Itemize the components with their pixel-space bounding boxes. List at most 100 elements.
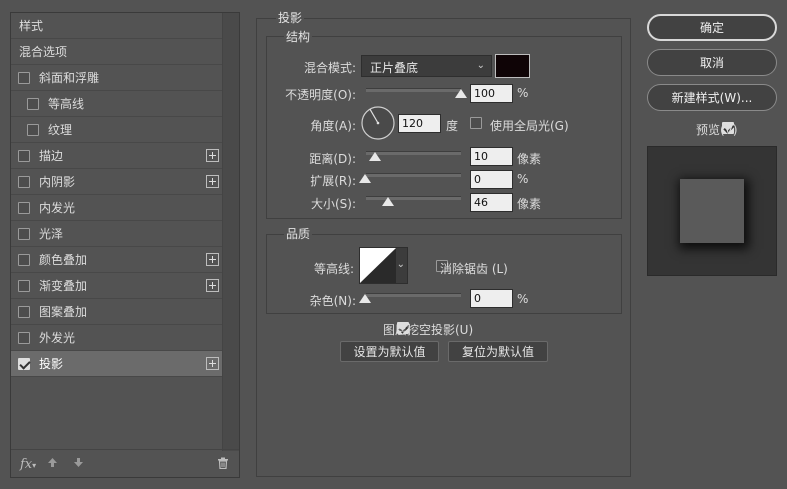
antialias-label: 消除锯齿 (L): [440, 262, 508, 276]
style-item-checkbox[interactable]: [18, 201, 30, 214]
styles-toolbar: fx▾: [11, 449, 239, 477]
style-item[interactable]: 斜面和浮雕: [11, 65, 223, 91]
style-item[interactable]: 颜色叠加: [11, 247, 223, 273]
angle-unit: 度: [446, 119, 459, 133]
opacity-slider-handle[interactable]: [455, 89, 467, 98]
styles-scrollbar[interactable]: [222, 13, 239, 451]
style-item-checkbox[interactable]: [18, 331, 30, 344]
distance-label: 距离(D):: [309, 152, 356, 166]
add-effect-icon[interactable]: [206, 253, 219, 266]
noise-slider-track[interactable]: [366, 293, 461, 297]
chevron-down-icon: ⌄: [396, 259, 405, 270]
noise-unit: %: [517, 292, 529, 306]
blend-mode-select[interactable]: 正片叠底 ⌄: [361, 55, 492, 77]
noise-input[interactable]: [470, 289, 513, 308]
contour-label: 等高线:: [313, 262, 354, 276]
style-item[interactable]: 等高线: [11, 91, 223, 117]
contour-picker[interactable]: ⌄: [359, 247, 408, 284]
fx-icon[interactable]: fx▾: [20, 457, 36, 472]
style-item[interactable]: 内发光: [11, 195, 223, 221]
style-item-checkbox[interactable]: [18, 149, 30, 162]
style-item-label: 内阴影: [39, 175, 76, 189]
blend-options-label: 混合选项: [19, 45, 68, 59]
make-default-button[interactable]: 设置为默认值: [340, 341, 439, 362]
spread-slider-track[interactable]: [366, 173, 461, 177]
opacity-slider-track[interactable]: [366, 88, 461, 92]
ok-button[interactable]: 确定: [647, 14, 777, 41]
angle-input[interactable]: [398, 114, 441, 133]
add-effect-icon[interactable]: [206, 149, 219, 162]
size-unit: 像素: [517, 197, 542, 211]
global-light-label: 使用全局光(G): [490, 119, 569, 133]
contour-linear-icon: [360, 248, 396, 283]
move-down-icon[interactable]: [73, 457, 84, 471]
new-style-button[interactable]: 新建样式(W)...: [647, 84, 777, 111]
style-item-label: 等高线: [48, 97, 85, 111]
shadow-color-swatch[interactable]: [495, 54, 530, 78]
styles-list: 样式 混合选项 斜面和浮雕等高线纹理描边内阴影内发光光泽颜色叠加渐变叠加图案叠加…: [11, 13, 223, 377]
blend-mode-value: 正片叠底: [370, 61, 419, 75]
spread-input[interactable]: [470, 170, 513, 189]
styles-panel: 样式 混合选项 斜面和浮雕等高线纹理描边内阴影内发光光泽颜色叠加渐变叠加图案叠加…: [10, 12, 240, 478]
blend-mode-label: 混合模式:: [303, 61, 356, 75]
style-item-checkbox[interactable]: [18, 305, 30, 318]
style-item[interactable]: 外发光: [11, 325, 223, 351]
angle-dial-icon: [361, 106, 395, 140]
noise-slider-handle[interactable]: [359, 294, 371, 303]
distance-unit: 像素: [517, 152, 542, 166]
size-input[interactable]: [470, 193, 513, 212]
style-item-label: 渐变叠加: [39, 279, 88, 293]
spread-unit: %: [517, 172, 529, 186]
styles-header-label: 样式: [19, 19, 44, 33]
style-item-checkbox[interactable]: [18, 357, 30, 370]
style-item[interactable]: 描边: [11, 143, 223, 169]
style-item-label: 描边: [39, 149, 64, 163]
opacity-input[interactable]: [470, 84, 513, 103]
distance-input[interactable]: [470, 147, 513, 166]
noise-label: 杂色(N):: [309, 294, 356, 308]
style-item-label: 纹理: [48, 123, 73, 137]
size-label: 大小(S):: [310, 197, 356, 211]
blend-options-item[interactable]: 混合选项: [11, 39, 223, 65]
angle-label: 角度(A):: [310, 119, 356, 133]
style-item[interactable]: 光泽: [11, 221, 223, 247]
spread-slider-handle[interactable]: [359, 174, 371, 183]
add-effect-icon[interactable]: [206, 279, 219, 292]
style-item-checkbox[interactable]: [27, 97, 39, 110]
knockout-label: 图层挖空投影(U): [383, 323, 474, 337]
add-effect-icon[interactable]: [206, 357, 219, 370]
preview-label: 预览(V): [696, 123, 738, 137]
trash-icon[interactable]: [217, 457, 229, 472]
cancel-button[interactable]: 取消: [647, 49, 777, 76]
style-item-checkbox[interactable]: [18, 253, 30, 266]
size-slider-track[interactable]: [366, 196, 461, 200]
distance-slider-handle[interactable]: [369, 152, 381, 161]
style-item-label: 图案叠加: [39, 305, 88, 319]
style-item-checkbox[interactable]: [18, 175, 30, 188]
style-item[interactable]: 纹理: [11, 117, 223, 143]
style-item-label: 光泽: [39, 227, 64, 241]
style-item-checkbox[interactable]: [18, 227, 30, 240]
global-light-checkbox[interactable]: [470, 117, 482, 129]
style-item-checkbox[interactable]: [18, 279, 30, 292]
style-preview: [647, 146, 777, 276]
style-item-label: 斜面和浮雕: [39, 71, 100, 85]
opacity-label: 不透明度(O):: [285, 88, 356, 102]
style-item-label: 内发光: [39, 201, 76, 215]
angle-dial[interactable]: [361, 106, 395, 140]
style-item-label: 投影: [39, 357, 64, 371]
reset-default-button[interactable]: 复位为默认值: [448, 341, 548, 362]
styles-header[interactable]: 样式: [11, 13, 223, 39]
opacity-unit: %: [517, 86, 529, 100]
move-up-icon[interactable]: [47, 457, 58, 471]
style-item-checkbox[interactable]: [27, 123, 39, 136]
add-effect-icon[interactable]: [206, 175, 219, 188]
style-item-checkbox[interactable]: [18, 71, 30, 84]
style-item[interactable]: 内阴影: [11, 169, 223, 195]
preview-swatch: [680, 179, 744, 243]
size-slider-handle[interactable]: [382, 197, 394, 206]
style-item[interactable]: 投影: [11, 351, 223, 377]
style-item[interactable]: 图案叠加: [11, 299, 223, 325]
chevron-down-icon: ⌄: [476, 60, 485, 71]
style-item[interactable]: 渐变叠加: [11, 273, 223, 299]
